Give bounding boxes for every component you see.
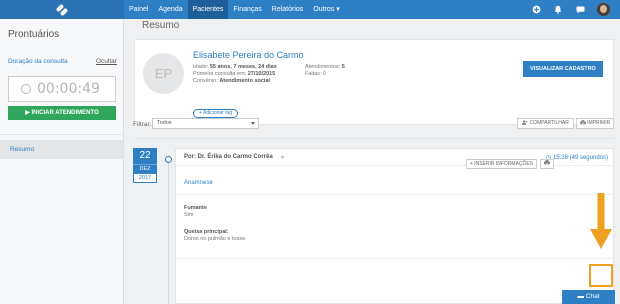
visits-value: 5 bbox=[341, 64, 345, 70]
navbar-actions bbox=[525, 0, 620, 19]
patient-absences: Faltas: 0 bbox=[305, 71, 326, 77]
print-label: IMPRIMIR bbox=[587, 120, 611, 126]
absences-value: 0 bbox=[323, 71, 327, 77]
add-icon[interactable] bbox=[525, 0, 547, 19]
consultation-timer: 00:00:49 bbox=[8, 76, 116, 102]
timer-value: 00:00:49 bbox=[37, 81, 100, 97]
nav-agenda[interactable]: Agenda bbox=[153, 0, 187, 19]
patient-visits: Atendimentos: 5 bbox=[305, 64, 345, 70]
patient-name[interactable]: Elisabete Pereira do Carmo bbox=[193, 50, 304, 60]
chevron-down-icon bbox=[251, 122, 255, 125]
entry-time: ◷ 15:38 (49 segundos) bbox=[546, 154, 608, 161]
main-nav: Painel Agenda Pacientes Finanças Relatór… bbox=[124, 0, 345, 19]
visits-label: Atendimentos: bbox=[305, 64, 341, 70]
age-label: Idade: bbox=[193, 64, 209, 70]
start-appointment-button[interactable]: ▶ INICIAR ATENDIMENTO bbox=[8, 106, 116, 120]
filter-label: Filtrar: bbox=[133, 121, 152, 128]
insurance-label: Convênio: bbox=[193, 78, 218, 84]
age-value: 55 anos, 7 meses, 24 dias bbox=[209, 64, 277, 70]
insurance-value: Atendimento social bbox=[219, 78, 271, 84]
absences-label: Faltas: bbox=[305, 71, 322, 77]
first-visit-label: Primeira consulta em: bbox=[193, 71, 247, 77]
entry-author: Por: Dr. Érika do Carmo Corrêa bbox=[184, 154, 273, 160]
duration-label: Duração da consulta bbox=[8, 58, 68, 65]
field-value-complaint: Dores no pulmão e tosse. bbox=[184, 236, 247, 242]
star-icon[interactable]: ★ bbox=[280, 154, 285, 161]
chat-label: Chat bbox=[585, 293, 600, 300]
user-avatar[interactable] bbox=[597, 3, 610, 16]
sidebar-item-resumo[interactable]: Resumo bbox=[0, 140, 123, 159]
patient-age: Idade: 55 anos, 7 meses, 24 dias bbox=[193, 64, 277, 70]
nav-pacientes[interactable]: Pacientes bbox=[187, 0, 229, 19]
timeline-line bbox=[168, 155, 169, 304]
stopwatch-icon bbox=[21, 84, 31, 94]
first-visit-value: 27/10/2015 bbox=[247, 71, 276, 77]
nav-relatorios[interactable]: Relatórios bbox=[267, 0, 309, 19]
entry-divider bbox=[176, 194, 613, 195]
section-divider bbox=[134, 138, 614, 139]
timeline-dot bbox=[165, 156, 172, 163]
nav-painel[interactable]: Painel bbox=[124, 0, 153, 19]
patient-card: EP Elisabete Pereira do Carmo Idade: 55 … bbox=[134, 39, 614, 125]
date-month: DEZ bbox=[133, 164, 157, 173]
chat-icon: ▬ bbox=[577, 293, 584, 300]
main-content: Resumo EP Elisabete Pereira do Carmo Ida… bbox=[124, 19, 620, 304]
patient-first-visit: Primeira consulta em: 27/10/2015 bbox=[193, 71, 275, 77]
record-entry: Por: Dr. Érika do Carmo Corrêa ★ ◷ 15:38… bbox=[175, 148, 614, 304]
date-badge: 22 DEZ 2017 bbox=[133, 148, 157, 184]
nav-outros[interactable]: Outros ▾ bbox=[308, 0, 344, 19]
patient-insurance: Convênio: Atendimento social bbox=[193, 78, 270, 84]
field-label-smoker: Fumante bbox=[184, 205, 207, 211]
field-value-smoker: Sim bbox=[184, 212, 194, 218]
highlight-arrow-icon bbox=[590, 193, 612, 249]
sidebar-divider bbox=[0, 134, 124, 135]
hide-timer-link[interactable]: Ocultar bbox=[96, 58, 117, 65]
filter-select[interactable]: Todos bbox=[152, 118, 259, 129]
top-navbar: Painel Agenda Pacientes Finanças Relatór… bbox=[0, 0, 620, 19]
chat-button[interactable]: ▬ Chat bbox=[562, 290, 615, 304]
printer-icon bbox=[579, 120, 586, 126]
app-logo-icon bbox=[55, 3, 69, 16]
patient-avatar: EP bbox=[143, 53, 184, 94]
field-label-complaint: Queixa principal: bbox=[184, 229, 229, 235]
bell-icon[interactable] bbox=[547, 0, 569, 19]
entry-section-title: Anamnese bbox=[184, 180, 213, 186]
entry-footer-divider bbox=[176, 258, 613, 259]
nav-financas[interactable]: Finanças bbox=[228, 0, 266, 19]
print-button[interactable]: IMPRIMIR bbox=[576, 118, 614, 129]
filter-selected-value: Todos bbox=[157, 120, 172, 126]
share-icon bbox=[522, 120, 528, 125]
sidebar-title: Prontuários bbox=[8, 29, 60, 40]
add-tag-button[interactable]: + Adicionar tag bbox=[193, 109, 239, 118]
date-year: 2017 bbox=[133, 173, 157, 183]
view-profile-button[interactable]: VISUALIZAR CADASTRO bbox=[523, 61, 603, 77]
entry-time-value: 15:38 (49 segundos) bbox=[552, 155, 608, 161]
share-label: COMPARTILHAR bbox=[529, 120, 569, 126]
message-icon[interactable] bbox=[569, 0, 591, 19]
sidebar: Prontuários Duração da consulta Ocultar … bbox=[0, 19, 124, 304]
insert-info-button[interactable]: + INSERIR INFORMAÇÕES bbox=[466, 159, 537, 169]
printer-icon bbox=[544, 160, 550, 166]
page-title: Resumo bbox=[142, 20, 180, 31]
date-day: 22 bbox=[133, 148, 157, 164]
share-button[interactable]: COMPARTILHAR bbox=[517, 118, 574, 129]
entry-print-button[interactable] bbox=[540, 159, 554, 169]
app-logo[interactable] bbox=[0, 0, 124, 19]
highlight-box bbox=[589, 264, 613, 287]
